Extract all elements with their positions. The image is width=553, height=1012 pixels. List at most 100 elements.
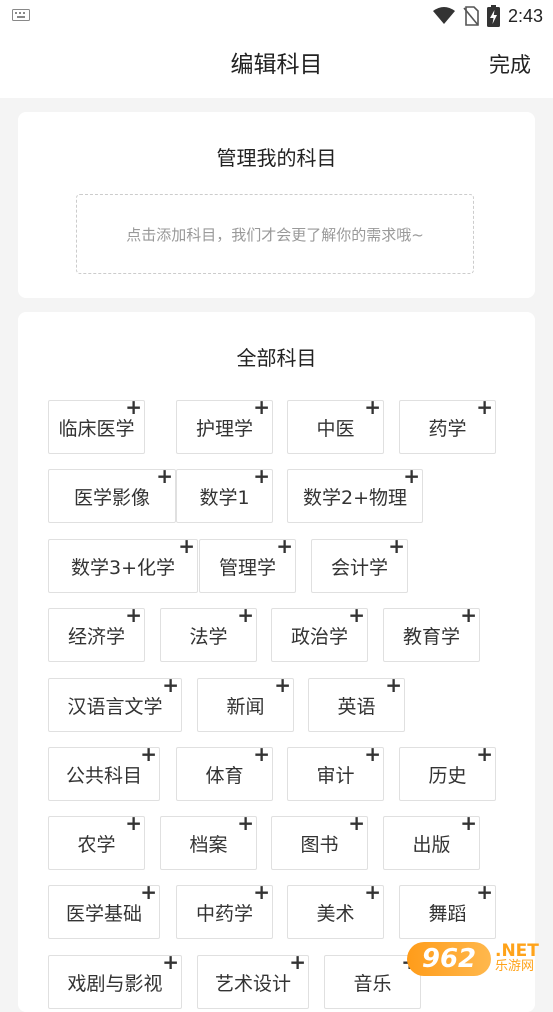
subject-tag-label: 审计 <box>316 764 355 787</box>
subject-tag[interactable]: 图书 + <box>271 811 368 870</box>
subject-tag-label: 戏剧与影视 <box>67 972 163 995</box>
subject-tag-label: 教育学 <box>402 625 460 648</box>
subject-tag[interactable]: 公共科目 + <box>48 742 160 801</box>
subject-tag[interactable]: 医学基础 + <box>48 880 160 939</box>
plus-icon: + <box>125 395 142 419</box>
watermark-cn: 乐游网 <box>495 959 535 974</box>
plus-icon: + <box>364 742 381 766</box>
subject-tag[interactable]: 美术 + <box>287 882 384 939</box>
plus-icon: + <box>162 950 179 974</box>
subject-tag-label: 汉语言文学 <box>67 695 163 718</box>
plus-icon: + <box>388 534 405 558</box>
plus-icon: + <box>156 464 173 488</box>
subject-tag-label: 政治学 <box>290 625 348 648</box>
subject-tag-label: 临床医学 <box>58 417 135 440</box>
subject-tag[interactable]: 经济学 + <box>48 603 145 662</box>
subject-tag[interactable]: 政治学 + <box>271 605 368 662</box>
subject-tag-label: 数学2+物理 <box>302 486 407 509</box>
wifi-icon <box>432 7 455 24</box>
page-title: 编辑科目 <box>230 52 323 78</box>
subject-tag-label: 医学基础 <box>65 902 142 925</box>
subject-tag-label: 舞蹈 <box>428 902 467 925</box>
status-time: 2:43 <box>507 5 543 26</box>
subject-tag[interactable]: 护理学 + <box>176 395 273 454</box>
plus-icon: + <box>476 880 493 904</box>
plus-icon: + <box>403 464 420 488</box>
watermark-962: 962 <box>407 942 491 976</box>
subject-tag-label: 药学 <box>428 417 467 440</box>
plus-icon: + <box>162 673 179 697</box>
plus-icon: + <box>276 534 293 558</box>
subject-tag[interactable]: 中药学 + <box>176 880 273 939</box>
subject-tag-label: 图书 <box>300 833 339 856</box>
subject-tag-label: 数学1 <box>199 486 250 509</box>
subject-tag-label: 中药学 <box>195 902 253 925</box>
plus-icon: + <box>476 742 493 766</box>
subject-tag[interactable]: 审计 + <box>287 742 384 801</box>
plus-icon: + <box>364 395 381 419</box>
subject-tag[interactable]: 数学2+物理 + <box>287 464 423 523</box>
plus-icon: + <box>460 811 477 835</box>
subject-tag[interactable]: 数学1 + <box>176 466 273 523</box>
subject-tag[interactable]: 数学3+化学 + <box>48 536 198 593</box>
subject-tag-label: 农学 <box>77 833 116 856</box>
battery-charging-icon <box>486 5 500 27</box>
subject-tag[interactable]: 医学影像 + <box>48 464 176 523</box>
all-subjects-title: 全部科目 <box>236 346 317 370</box>
plus-icon: + <box>237 603 254 627</box>
keyboard-icon <box>12 9 30 21</box>
plus-icon: + <box>476 395 493 419</box>
subject-tag[interactable]: 历史 + <box>399 742 496 801</box>
subject-tag-label: 出版 <box>412 833 451 856</box>
status-bar: 2:43 <box>0 0 553 32</box>
subject-tag-label: 管理学 <box>218 556 276 579</box>
subject-tag-label: 中医 <box>316 417 355 440</box>
subject-tag-label: 法学 <box>189 625 228 648</box>
subject-tag-label: 体育 <box>205 764 244 787</box>
plus-icon: + <box>348 811 365 835</box>
plus-icon: + <box>253 395 270 419</box>
subject-tag-label: 会计学 <box>330 556 388 579</box>
subject-tag[interactable]: 管理学 + <box>199 534 296 593</box>
all-subjects-card: 全部科目 临床医学 + 护理学 + 中医 + 药学 + 医学影像 + 数学1 + 数学2+物理 + 数学3+… <box>18 312 535 1012</box>
subject-tag[interactable]: 戏剧与影视 + <box>48 950 182 1009</box>
subject-tag[interactable]: 教育学 + <box>383 603 480 662</box>
plus-icon: + <box>385 673 402 697</box>
subject-tag-label: 音乐 <box>353 972 392 995</box>
my-subjects-title: 管理我的科目 <box>216 146 337 170</box>
subject-tag[interactable]: 出版 + <box>383 811 480 870</box>
subject-tag[interactable]: 档案 + <box>160 811 257 870</box>
plus-icon: + <box>140 880 157 904</box>
subject-tag[interactable]: 农学 + <box>48 813 145 870</box>
plus-icon: + <box>140 742 157 766</box>
subject-tag[interactable]: 法学 + <box>160 603 257 662</box>
subject-tag[interactable]: 舞蹈 + <box>399 880 496 939</box>
done-button[interactable]: 完成 <box>489 32 531 98</box>
subject-tag-label: 数学3+化学 <box>70 556 175 579</box>
plus-icon: + <box>125 603 142 627</box>
subject-tag[interactable]: 汉语言文学 + <box>48 673 182 732</box>
subject-tag[interactable]: 临床医学 + <box>48 395 145 454</box>
plus-icon: + <box>289 950 306 974</box>
plus-icon: + <box>253 880 270 904</box>
subject-tag-label: 艺术设计 <box>214 972 291 995</box>
watermark-logo: 962 .NET 乐游网 <box>407 938 547 980</box>
subject-tag[interactable]: 英语 + <box>308 673 405 732</box>
subject-tag-label: 经济学 <box>67 625 125 648</box>
subject-tag[interactable]: 新闻 + <box>197 675 294 732</box>
subject-tag-label: 新闻 <box>226 695 265 718</box>
nav-bar: 编辑科目 完成 <box>0 32 553 98</box>
subject-tag-label: 档案 <box>189 833 228 856</box>
plus-icon: + <box>460 603 477 627</box>
subject-tag-label: 公共科目 <box>65 764 142 787</box>
plus-icon: + <box>237 811 254 835</box>
add-subject-hint[interactable]: 点击添加科目，我们才会更了解你的需求哦~ <box>76 194 474 274</box>
subject-tag[interactable]: 会计学 + <box>311 534 408 593</box>
watermark-net: .NET <box>495 941 539 961</box>
subject-tag[interactable]: 体育 + <box>176 744 273 801</box>
subject-tag[interactable]: 药学 + <box>399 395 496 454</box>
subject-tag[interactable]: 艺术设计 + <box>197 950 309 1009</box>
subject-tag[interactable]: 中医 + <box>287 395 384 454</box>
my-subjects-card: 管理我的科目 点击添加科目，我们才会更了解你的需求哦~ <box>18 112 535 298</box>
subject-tag-label: 历史 <box>428 764 467 787</box>
